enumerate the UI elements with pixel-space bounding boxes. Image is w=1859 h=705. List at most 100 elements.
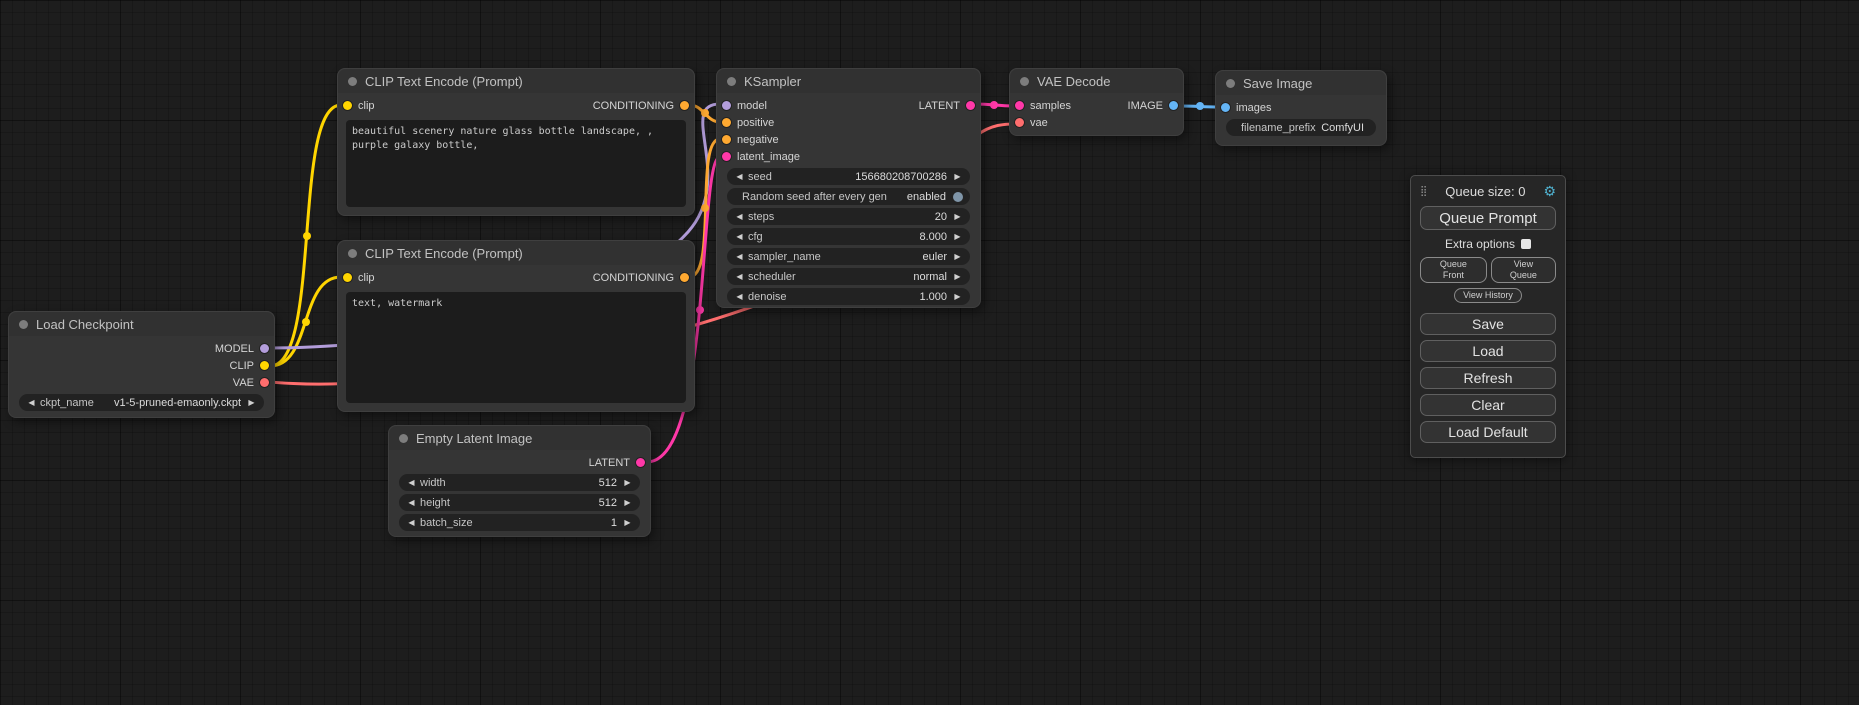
decrement-arrow-icon[interactable]: ◀ <box>734 172 745 181</box>
node-load-checkpoint[interactable]: Load Checkpoint MODEL CLIP VAE ◀ ckpt_na… <box>8 311 275 418</box>
widget-value: euler <box>923 251 947 263</box>
view-queue-button[interactable]: View Queue <box>1491 257 1556 283</box>
collapse-dot-icon[interactable] <box>1226 79 1235 88</box>
clip-input-port[interactable] <box>343 101 352 110</box>
seed-widget[interactable]: ◀ seed 156680208700286 ▶ <box>727 168 970 185</box>
collapse-dot-icon[interactable] <box>727 77 736 86</box>
vae-output-port[interactable] <box>260 378 269 387</box>
queue-front-button[interactable]: Queue Front <box>1420 257 1487 283</box>
collapse-dot-icon[interactable] <box>348 77 357 86</box>
load-button[interactable]: Load <box>1420 340 1556 362</box>
node-save-image[interactable]: Save Image images filename_prefix ComfyU… <box>1215 70 1387 146</box>
port-row: images <box>1216 99 1386 116</box>
cfg-widget[interactable]: ◀ cfg 8.000 ▶ <box>727 228 970 245</box>
model-output-port[interactable] <box>260 344 269 353</box>
widget-name: batch_size <box>420 517 473 529</box>
samples-input-port[interactable] <box>1015 101 1024 110</box>
node-title-bar[interactable]: Empty Latent Image <box>389 426 650 450</box>
image-output-port[interactable] <box>1169 101 1178 110</box>
decrement-arrow-icon[interactable]: ◀ <box>26 398 37 407</box>
increment-arrow-icon[interactable]: ▶ <box>246 398 257 407</box>
random-seed-toggle-widget[interactable]: Random seed after every gen enabled <box>727 188 970 205</box>
denoise-widget[interactable]: ◀ denoise 1.000 ▶ <box>727 288 970 305</box>
latent-image-input-port[interactable] <box>722 152 731 161</box>
ckpt-name-widget[interactable]: ◀ ckpt_name v1-5-pruned-emaonly.ckpt ▶ <box>19 394 264 411</box>
node-title-bar[interactable]: Save Image <box>1216 71 1386 95</box>
negative-input-port[interactable] <box>722 135 731 144</box>
latent-output-port[interactable] <box>966 101 975 110</box>
drag-handle-icon[interactable]: ⣿ <box>1420 186 1427 197</box>
vae-input-port[interactable] <box>1015 118 1024 127</box>
settings-gear-icon[interactable]: ⚙ <box>1543 184 1556 198</box>
decrement-arrow-icon[interactable]: ◀ <box>734 272 745 281</box>
collapse-dot-icon[interactable] <box>348 249 357 258</box>
node-vae-decode[interactable]: VAE Decode samples IMAGE vae <box>1009 68 1184 136</box>
node-title-bar[interactable]: CLIP Text Encode (Prompt) <box>338 241 694 265</box>
link-dot <box>302 318 310 326</box>
batch-size-widget[interactable]: ◀ batch_size 1 ▶ <box>399 514 640 531</box>
node-clip-text-encode-negative[interactable]: CLIP Text Encode (Prompt) clip CONDITION… <box>337 240 695 412</box>
increment-arrow-icon[interactable]: ▶ <box>952 172 963 181</box>
conditioning-output-port[interactable] <box>680 273 689 282</box>
port-label: clip <box>358 272 375 284</box>
widget-value: ComfyUI <box>1321 122 1364 134</box>
increment-arrow-icon[interactable]: ▶ <box>952 212 963 221</box>
decrement-arrow-icon[interactable]: ◀ <box>734 252 745 261</box>
increment-arrow-icon[interactable]: ▶ <box>622 498 633 507</box>
increment-arrow-icon[interactable]: ▶ <box>622 518 633 527</box>
node-clip-text-encode-positive[interactable]: CLIP Text Encode (Prompt) clip CONDITION… <box>337 68 695 216</box>
queue-prompt-button[interactable]: Queue Prompt <box>1420 206 1556 230</box>
positive-prompt-textarea[interactable]: beautiful scenery nature glass bottle la… <box>346 120 686 207</box>
port-row: clip CONDITIONING <box>338 97 694 114</box>
view-history-button[interactable]: View History <box>1454 288 1522 303</box>
sampler-name-widget[interactable]: ◀ sampler_name euler ▶ <box>727 248 970 265</box>
node-ksampler[interactable]: KSampler model LATENT positive negative … <box>716 68 981 308</box>
negative-prompt-textarea[interactable]: text, watermark <box>346 292 686 403</box>
clip-output-port[interactable] <box>260 361 269 370</box>
node-title-bar[interactable]: KSampler <box>717 69 980 93</box>
widget-name: Random seed after every gen <box>742 191 887 203</box>
filename-prefix-widget[interactable]: filename_prefix ComfyUI <box>1226 119 1376 136</box>
collapse-dot-icon[interactable] <box>399 434 408 443</box>
decrement-arrow-icon[interactable]: ◀ <box>734 232 745 241</box>
positive-input-port[interactable] <box>722 118 731 127</box>
refresh-button[interactable]: Refresh <box>1420 367 1556 389</box>
node-title-bar[interactable]: CLIP Text Encode (Prompt) <box>338 69 694 93</box>
steps-widget[interactable]: ◀ steps 20 ▶ <box>727 208 970 225</box>
increment-arrow-icon[interactable]: ▶ <box>622 478 633 487</box>
load-default-button[interactable]: Load Default <box>1420 421 1556 443</box>
decrement-arrow-icon[interactable]: ◀ <box>406 478 417 487</box>
widget-name: cfg <box>748 231 763 243</box>
images-input-port[interactable] <box>1221 103 1230 112</box>
decrement-arrow-icon[interactable]: ◀ <box>406 498 417 507</box>
node-title: VAE Decode <box>1037 74 1110 89</box>
save-button[interactable]: Save <box>1420 313 1556 335</box>
increment-arrow-icon[interactable]: ▶ <box>952 272 963 281</box>
collapse-dot-icon[interactable] <box>1020 77 1029 86</box>
port-row: model LATENT <box>717 97 980 114</box>
clear-button[interactable]: Clear <box>1420 394 1556 416</box>
scheduler-widget[interactable]: ◀ scheduler normal ▶ <box>727 268 970 285</box>
decrement-arrow-icon[interactable]: ◀ <box>734 292 745 301</box>
height-widget[interactable]: ◀ height 512 ▶ <box>399 494 640 511</box>
port-label: latent_image <box>737 151 800 163</box>
collapse-dot-icon[interactable] <box>19 320 28 329</box>
decrement-arrow-icon[interactable]: ◀ <box>406 518 417 527</box>
latent-output-port[interactable] <box>636 458 645 467</box>
width-widget[interactable]: ◀ width 512 ▶ <box>399 474 640 491</box>
node-title-bar[interactable]: VAE Decode <box>1010 69 1183 93</box>
port-label: MODEL <box>215 343 254 355</box>
queue-size-label: Queue size: 0 <box>1427 184 1543 199</box>
node-empty-latent-image[interactable]: Empty Latent Image LATENT ◀ width 512 ▶ … <box>388 425 651 537</box>
decrement-arrow-icon[interactable]: ◀ <box>734 212 745 221</box>
increment-arrow-icon[interactable]: ▶ <box>952 232 963 241</box>
increment-arrow-icon[interactable]: ▶ <box>952 292 963 301</box>
toggle-dot-icon[interactable] <box>953 192 963 202</box>
clip-input-port[interactable] <box>343 273 352 282</box>
extra-options-checkbox[interactable] <box>1521 239 1531 249</box>
model-input-port[interactable] <box>722 101 731 110</box>
widget-name: ckpt_name <box>40 397 94 409</box>
node-title-bar[interactable]: Load Checkpoint <box>9 312 274 336</box>
increment-arrow-icon[interactable]: ▶ <box>952 252 963 261</box>
conditioning-output-port[interactable] <box>680 101 689 110</box>
